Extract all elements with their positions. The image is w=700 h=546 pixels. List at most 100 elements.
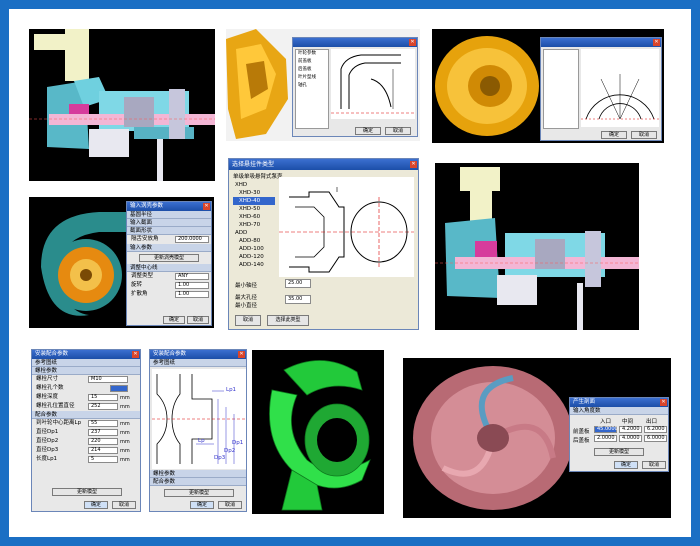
cancel-button[interactable]: 取消 xyxy=(631,131,657,139)
list-item[interactable]: 前盖板 xyxy=(296,58,328,66)
row-label: 螺栓孔个数 xyxy=(36,385,64,391)
select-type-button[interactable]: 选择此类型 xyxy=(267,315,309,326)
value-field[interactable]: 45.0000 xyxy=(594,426,618,433)
column-header: 入口 xyxy=(600,419,612,425)
section-header[interactable]: 输入截面 xyxy=(127,219,211,227)
tree-item[interactable]: ADD-120 xyxy=(233,253,275,261)
ok-button[interactable]: 确定 xyxy=(84,501,108,509)
tree-item[interactable]: XHD-30 xyxy=(233,189,275,197)
update-model-button[interactable]: 更新模型 xyxy=(164,489,234,497)
update-model-button[interactable]: 更新模型 xyxy=(52,488,122,496)
tree-item[interactable]: ADD-80 xyxy=(233,237,275,245)
row-label: 扩散角 xyxy=(131,291,148,297)
ok-button[interactable]: 确定 xyxy=(163,316,185,324)
cancel-button[interactable]: 取消 xyxy=(235,315,261,326)
list-heading: 单级单吸悬臂式泵壳 xyxy=(233,174,283,180)
recommend-field[interactable]: 35.00 xyxy=(285,295,311,304)
tree-item[interactable]: ADD-140 xyxy=(233,261,275,269)
update-model-button[interactable]: 更新模型 xyxy=(594,448,644,456)
row-value-field[interactable]: 1.00 xyxy=(175,282,209,289)
param-row: 直径Dp2 220 mm xyxy=(32,437,140,446)
tree-item[interactable]: XHD-50 xyxy=(233,205,275,213)
row-value-field[interactable]: M10 xyxy=(88,376,128,383)
close-icon[interactable]: ✕ xyxy=(660,399,667,406)
row-value-field[interactable]: ANY xyxy=(175,273,209,280)
cancel-button[interactable]: 取消 xyxy=(187,316,209,324)
close-icon[interactable]: ✕ xyxy=(238,351,245,358)
blade-angle-drawing xyxy=(581,49,659,127)
value-field[interactable]: 6.0000 xyxy=(644,435,667,442)
row-value-field[interactable]: 5 xyxy=(88,456,118,463)
param-row: 螺栓孔位置直径 252 mm xyxy=(32,402,140,411)
recommend-label: 最小直径 xyxy=(235,303,258,309)
list-item[interactable]: 轴孔 xyxy=(296,82,328,90)
install-drawing-title: 安装配合参数 xyxy=(150,350,246,359)
tree-item[interactable]: ADD-100 xyxy=(233,245,275,253)
section-header[interactable]: 截面形状 xyxy=(127,227,211,235)
cancel-button[interactable]: 取消 xyxy=(385,127,411,135)
ok-button[interactable]: 确定 xyxy=(355,127,381,135)
param-row: 螺栓尺寸 M10 xyxy=(32,375,140,384)
param-row: 螺栓深度 15 mm xyxy=(32,393,140,402)
volute-parameter-window: 输入涡壳参数 ✕ 基圆半径 输入截面 截面形状 隔舌安放角 200.0000 输… xyxy=(126,201,212,326)
row-value-field[interactable]: 15 xyxy=(88,394,118,401)
section-header[interactable]: 输入参数 xyxy=(127,244,211,252)
ok-button[interactable]: 确定 xyxy=(190,501,214,509)
close-icon[interactable]: ✕ xyxy=(203,203,210,210)
section-header[interactable]: 配合参数 xyxy=(32,411,140,419)
list-item[interactable]: 叶片型线 xyxy=(296,74,328,82)
tree-group[interactable]: ADD xyxy=(233,229,275,237)
section-header[interactable]: 参考图纸 xyxy=(32,359,140,367)
tree-item-selected[interactable]: XHD-40 xyxy=(233,197,275,205)
row-value-field[interactable]: 200.0000 xyxy=(175,236,209,243)
row-value-field[interactable]: 55 xyxy=(88,420,118,427)
param-row: 到叶轮中心距离Lp 55 mm xyxy=(32,419,140,428)
value-field[interactable]: 2.0000 xyxy=(594,435,617,442)
row-value-field[interactable]: 214 xyxy=(88,447,118,454)
section-header[interactable]: 螺栓参数 xyxy=(32,367,140,375)
row-value-field[interactable] xyxy=(110,385,128,392)
update-volute-button[interactable]: 更新涡壳模型 xyxy=(139,254,199,262)
impeller-blade-drawing xyxy=(226,29,288,139)
param-row: 直径Dp1 237 mm xyxy=(32,428,140,437)
close-icon[interactable]: ✕ xyxy=(653,39,660,46)
section-impeller-view: 产生剖面 ✕ 输入角度数 入口 中间 出口 前盖板 45.0000 4.2000… xyxy=(403,358,671,518)
value-field[interactable]: 4.0000 xyxy=(619,435,642,442)
row-value-field[interactable]: 252 xyxy=(88,403,118,410)
row-label: 旋转 xyxy=(131,282,143,288)
column-header: 中间 xyxy=(622,419,634,425)
section-header[interactable]: 配合参数 xyxy=(150,478,246,486)
section-header[interactable]: 参考图纸 xyxy=(150,359,246,367)
unit-label: mm xyxy=(120,457,130,463)
list-item[interactable]: 后盖板 xyxy=(296,66,328,74)
cancel-button[interactable]: 取消 xyxy=(642,461,666,469)
row-value-field[interactable]: 1.00 xyxy=(175,291,209,298)
min-shaft-field[interactable]: 25.00 xyxy=(285,279,311,288)
row-label: 长度Lp1 xyxy=(36,456,58,462)
value-field[interactable]: 6.2000 xyxy=(644,426,667,433)
value-field[interactable]: 4.2000 xyxy=(619,426,642,433)
dim-label-lp: Lp xyxy=(198,438,205,444)
cancel-button[interactable]: 取消 xyxy=(218,501,242,509)
dim-label-dp1: Dp1 xyxy=(232,440,244,446)
section-header[interactable]: 螺栓参数 xyxy=(150,470,246,478)
tree-group[interactable]: XHD xyxy=(233,181,275,189)
section-header[interactable]: 调整中心线 xyxy=(127,264,211,272)
ok-button[interactable]: 确定 xyxy=(601,131,627,139)
green-casing-view xyxy=(252,350,384,514)
section-header[interactable]: 输入角度数 xyxy=(570,407,668,415)
list-item[interactable]: 叶轮参数 xyxy=(296,50,328,58)
close-icon[interactable]: ✕ xyxy=(132,351,139,358)
tree-item[interactable]: XHD-70 xyxy=(233,221,275,229)
row-value-field[interactable]: 220 xyxy=(88,438,118,445)
param-row: 隔舌安放角 200.0000 xyxy=(127,235,211,244)
cancel-button[interactable]: 取消 xyxy=(112,501,136,509)
section-header[interactable]: 基圆半径 xyxy=(127,211,211,219)
close-icon[interactable]: ✕ xyxy=(410,161,417,168)
close-icon[interactable]: ✕ xyxy=(409,39,416,46)
impeller-side-titlebar xyxy=(541,38,661,47)
ok-button[interactable]: 确定 xyxy=(614,461,638,469)
row-value-field[interactable]: 237 xyxy=(88,429,118,436)
param-row: 长度Lp1 5 mm xyxy=(32,455,140,464)
tree-item[interactable]: XHD-60 xyxy=(233,213,275,221)
